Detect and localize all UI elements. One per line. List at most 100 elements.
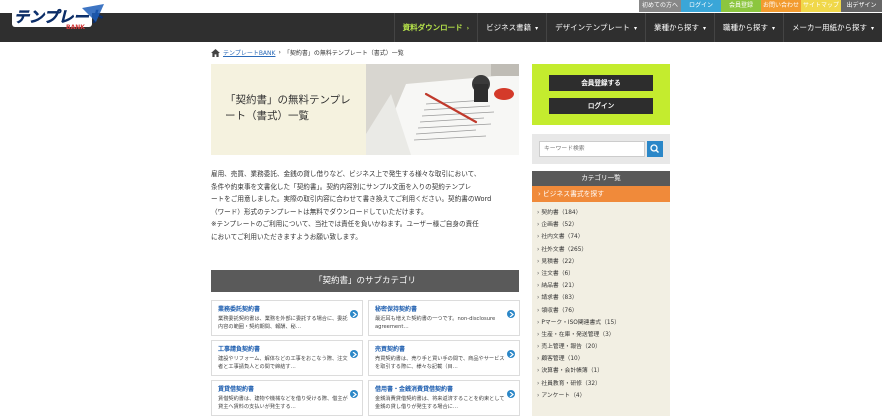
category-subheader-label: ビジネス書式を探す: [542, 190, 605, 198]
top-link[interactable]: 会員登録: [721, 0, 761, 12]
nav-item-label: 業種から探す: [653, 23, 699, 32]
intro-line: ートをご用意しました。実際の取引内容に合わせて書き換えてご利用ください。契約書の…: [211, 195, 492, 203]
subcategory-card[interactable]: 工事請負契約書建設やリフォーム、解体などの工事をおこなう際、注文者と工事請負人と…: [211, 340, 363, 376]
category-item-label: 決算書・会計帳簿（1）: [541, 368, 603, 375]
category-item[interactable]: › 契約書（184）: [537, 207, 670, 219]
chevron-right-icon: ›: [537, 234, 540, 241]
top-link[interactable]: サイトマップ: [801, 0, 841, 12]
page-title: 「契約書」の無料テンプレ ート（書式）一覧: [225, 92, 370, 124]
subcategory-card[interactable]: 業務委託契約書業務委託契約書は、業務を外部に委託する場合に、委託内容の範囲・契約…: [211, 300, 363, 336]
chevron-right-icon: ›: [537, 344, 540, 351]
chevron-right-icon: ›: [537, 331, 540, 338]
subcategory-card-title: 賃貸借契約書: [218, 386, 255, 393]
top-link[interactable]: ログイン: [681, 0, 721, 12]
breadcrumb: テンプレートBANK › 「契約書」の無料テンプレート（書式）一覧: [211, 48, 404, 57]
chevron-right-icon: ›: [537, 222, 540, 229]
page: 初めての方へ ログイン 会員登録 お問い合わせ サイトマップ 出デザイン 資料ダウンロード…: [0, 0, 882, 416]
chevron-right-icon: ›: [537, 319, 540, 326]
chevron-right-icon: ›: [537, 295, 540, 302]
nav-caret-icon: ▾: [535, 25, 539, 32]
subcategory-card-desc: 金銭消費貸借契約書は、将来返済することを約束として金銭の貸し借りが発生する場合に…: [375, 396, 505, 410]
nav-item-label: メーカー用紙から探す: [791, 23, 867, 32]
category-item-label: 社員教育・研修（32）: [541, 380, 601, 387]
chevron-right-icon: ›: [537, 270, 540, 277]
top-utility-links: 初めての方へ ログイン 会員登録 お問い合わせ サイトマップ 出デザイン: [639, 0, 882, 12]
login-button[interactable]: ログイン: [549, 98, 653, 114]
category-subheader[interactable]: › ビジネス書式を探す: [532, 186, 670, 202]
category-item[interactable]: › 社員教育・研修（32）: [537, 378, 670, 390]
breadcrumb-separator: ›: [278, 49, 281, 56]
arrow-right-icon: [507, 310, 515, 318]
category-item-label: 顧客管理（10）: [541, 356, 584, 363]
subcategory-card-desc: 業務委託契約書は、業務を外部に委託する場合に、委託内容の範囲・契約期間、報酬、秘…: [218, 316, 348, 330]
top-link[interactable]: 出デザイン: [841, 0, 882, 12]
page-title-line-1: 「契約書」の無料テンプレ: [225, 94, 351, 106]
nav-item[interactable]: メーカー用紙から探す ▾: [782, 13, 882, 42]
chevron-right-icon: ›: [537, 356, 540, 363]
main-nav: 資料ダウンロード › ビジネス書籍 ▾ デザインテンプレート ▾ 業種から探す ▾ 職種から探す…: [0, 13, 882, 42]
arrow-right-icon: [507, 390, 515, 398]
subcategory-card-desc: 最近耳も増えた契約書の一つです。non-disclosure agreement…: [375, 316, 496, 330]
category-item[interactable]: › 生産・在庫・発送管理（3）: [537, 329, 670, 341]
page-title-line-2: ート（書式）一覧: [225, 110, 309, 122]
intro-line: ※テンプレートのご利用について、当社では責任を負いかねます。ユーザー様ご自身の責…: [211, 220, 479, 228]
category-item[interactable]: › 企画書（52）: [537, 219, 670, 231]
intro-text: 雇用、売買、業務委託、金銭の貸し借りなど、ビジネス上で発生する様々な取引において…: [211, 168, 521, 243]
hero-image: [366, 64, 519, 155]
category-item[interactable]: › 請求書（83）: [537, 292, 670, 304]
chevron-right-icon: ›: [537, 210, 540, 216]
nav-item[interactable]: 職種から探す ▾: [713, 13, 783, 42]
subcategory-card-desc: 賃借契約書は、建物や機械などを借り受ける際、借主が貸主へ賃料の支払いが発生する…: [218, 396, 348, 410]
breadcrumb-home-link[interactable]: テンプレートBANK: [223, 48, 275, 57]
top-link[interactable]: お問い合わせ: [761, 0, 801, 12]
intro-line: においてご利用いただきますようお願い致します。: [211, 232, 362, 241]
nav-item[interactable]: 業種から探す ▾: [644, 13, 714, 42]
nav-caret-icon: ▾: [771, 25, 775, 32]
category-item[interactable]: › 顧客管理（10）: [537, 353, 670, 365]
intro-line: 条件や約束事を文書化した「契約書」。契約内容別にサンプル文面を入りの契約テンプレ: [211, 182, 472, 191]
site-logo[interactable]: テンプレート BANK: [12, 2, 108, 34]
nav-item[interactable]: ビジネス書籍 ▾: [477, 13, 546, 42]
category-item-label: 社外文書（265）: [541, 246, 588, 253]
category-item[interactable]: › 領収書（76）: [537, 305, 670, 317]
category-item[interactable]: › 見積書（22）: [537, 256, 670, 268]
search-icon: [650, 144, 659, 153]
category-item-label: 企画書（52）: [541, 222, 578, 229]
intro-line: 雇用、売買、業務委託、金銭の貸し借りなど、ビジネス上で発生する様々な取引において…: [211, 170, 481, 178]
category-item-label: 納品書（21）: [541, 283, 578, 290]
chevron-right-icon: ›: [537, 380, 540, 387]
search-input[interactable]: [539, 141, 645, 157]
nav-item[interactable]: デザインテンプレート ▾: [546, 13, 645, 42]
subcategory-card-desc: 建設やリフォーム、解体などの工事をおこなう際、注文者と工事請負人との間で締結す…: [218, 356, 348, 370]
category-item-label: 見積書（22）: [541, 258, 578, 265]
nav-item-label: デザインテンプレート: [555, 23, 630, 32]
subcategory-card-title: 業務委託契約書: [218, 306, 261, 313]
category-item-label: 社内文書（74）: [541, 234, 584, 241]
category-item[interactable]: › 納品書（21）: [537, 280, 670, 292]
home-icon[interactable]: [211, 48, 220, 57]
top-utility-bar: 初めての方へ ログイン 会員登録 お問い合わせ サイトマップ 出デザイン: [0, 0, 882, 13]
signup-button[interactable]: 会員登録する: [549, 75, 653, 91]
subcategory-card[interactable]: 賃貸借契約書賃借契約書は、建物や機械などを借り受ける際、借主が貸主へ賃料の支払い…: [211, 380, 363, 416]
category-item[interactable]: › Pマーク・ISO関連書式（15）: [537, 317, 670, 329]
top-link[interactable]: 初めての方へ: [639, 0, 681, 12]
category-item-label: 売上管理・報告（20）: [541, 344, 601, 351]
category-item[interactable]: › 注文書（6）: [537, 268, 670, 280]
arrow-right-icon: [350, 390, 358, 398]
subcategory-card[interactable]: 売買契約書 売買契約書は、売り手と買い手の間で、商品やサービスを取引する際に、様々…: [368, 340, 520, 376]
category-item[interactable]: › 社外文書（265）: [537, 244, 670, 256]
chevron-right-icon: ›: [537, 283, 540, 290]
category-item[interactable]: › アンケート（4）: [537, 390, 670, 402]
subcategory-card[interactable]: 秘密保持契約書 最近耳も増えた契約書の一つです。non-disclosure ag…: [368, 300, 520, 336]
subcategory-card-title: 売買契約書: [375, 346, 406, 353]
category-list: › 契約書（184） › 企画書（52） › 社内文書（74） › 社外文書（265） › 見積書…: [532, 202, 670, 416]
category-item[interactable]: › 決算書・会計帳簿（1）: [537, 365, 670, 377]
category-item[interactable]: › 売上管理・報告（20）: [537, 341, 670, 353]
category-header: カテゴリ一覧: [532, 171, 670, 186]
subcategory-card[interactable]: 借用書・金銭消費貸借契約書 金銭消費貸借契約書は、将来返済することを約束として金銭…: [368, 380, 520, 416]
subcategory-card-title: 工事請負契約書: [218, 346, 261, 353]
search-button[interactable]: [647, 141, 663, 157]
nav-caret-icon: ▾: [870, 25, 874, 32]
category-item[interactable]: › 社内文書（74）: [537, 231, 670, 243]
nav-item[interactable]: 資料ダウンロード ›: [393, 13, 477, 42]
